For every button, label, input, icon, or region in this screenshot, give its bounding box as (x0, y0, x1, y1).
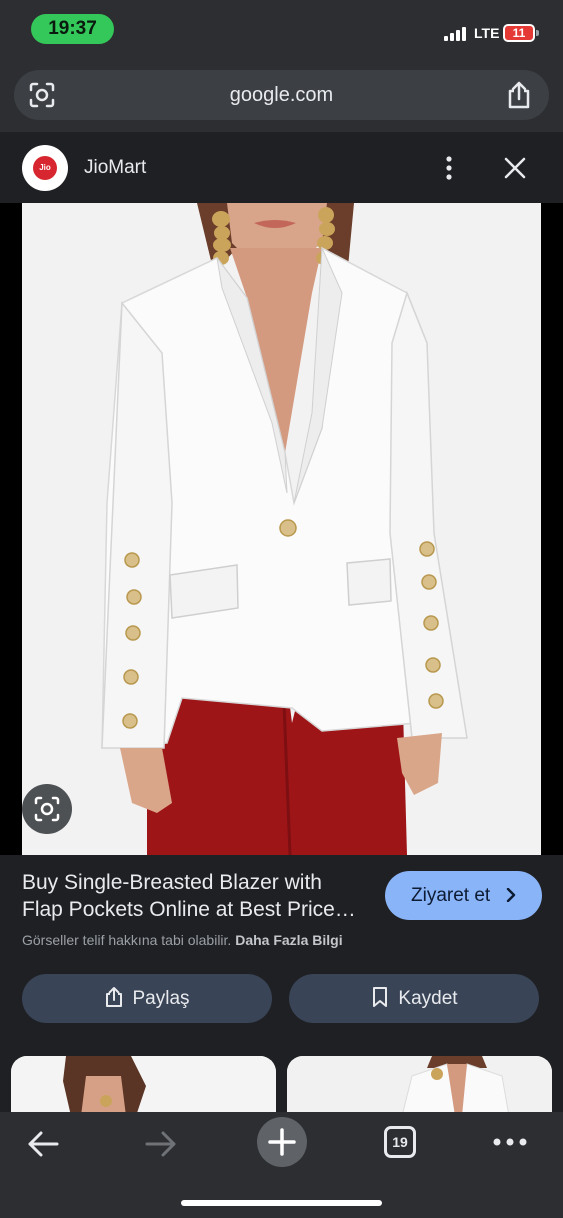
clock: 19:37 (31, 14, 114, 44)
url-text[interactable]: google.com (14, 70, 549, 120)
save-button[interactable]: Kaydet (289, 974, 539, 1023)
address-bar-area: google.com (0, 60, 563, 132)
battery-icon: 11 (503, 24, 539, 42)
share-button[interactable]: Paylaş (22, 974, 272, 1023)
source-header: Jio JioMart (0, 133, 563, 203)
more-info-link[interactable]: Daha Fazla Bilgi (235, 932, 342, 948)
chevron-right-icon (506, 888, 516, 902)
copyright-notice: Görseller telif hakkına tabi olabilir. D… (22, 932, 343, 948)
product-title[interactable]: Buy Single-Breasted Blazer with Flap Poc… (22, 869, 372, 923)
home-indicator[interactable] (181, 1200, 382, 1206)
network-type: LTE (474, 25, 500, 41)
status-bar: 19:37 LTE 11 (0, 0, 563, 60)
bottom-toolbar: 19 (0, 1112, 563, 1218)
product-image[interactable] (22, 203, 541, 855)
source-name[interactable]: JioMart (84, 133, 146, 203)
battery-level: 11 (505, 26, 533, 40)
more-vertical-icon[interactable] (438, 155, 460, 181)
jiomart-logo: Jio (22, 145, 68, 191)
visual-search-icon[interactable] (22, 784, 72, 834)
close-icon[interactable] (502, 155, 528, 181)
related-image[interactable] (287, 1056, 552, 1116)
signal-icon (444, 27, 468, 41)
product-title-line-2[interactable]: Flap Pockets Online at Best Price… (22, 896, 372, 923)
related-image[interactable] (11, 1056, 276, 1116)
plus-icon (268, 1128, 296, 1156)
tab-switcher-button[interactable]: 19 (384, 1126, 416, 1158)
save-button-label: Kaydet (398, 988, 458, 1009)
address-bar[interactable]: google.com (14, 70, 549, 120)
share-button-label: Paylaş (132, 988, 190, 1009)
image-frame (0, 203, 563, 855)
visit-button-label: Ziyaret et (411, 885, 491, 906)
new-tab-button[interactable] (257, 1117, 307, 1167)
product-title-line-1[interactable]: Buy Single-Breasted Blazer with (22, 869, 372, 896)
back-arrow-icon[interactable] (26, 1129, 60, 1159)
logo-text: Jio (33, 156, 57, 180)
copyright-text: Görseller telif hakkına tabi olabilir. (22, 932, 232, 948)
share-icon[interactable] (505, 80, 533, 110)
forward-arrow-icon[interactable] (144, 1129, 178, 1159)
share-icon (106, 987, 123, 1007)
bookmark-icon (373, 987, 388, 1007)
visit-button[interactable]: Ziyaret et (385, 871, 542, 920)
more-horizontal-icon[interactable] (492, 1135, 528, 1147)
